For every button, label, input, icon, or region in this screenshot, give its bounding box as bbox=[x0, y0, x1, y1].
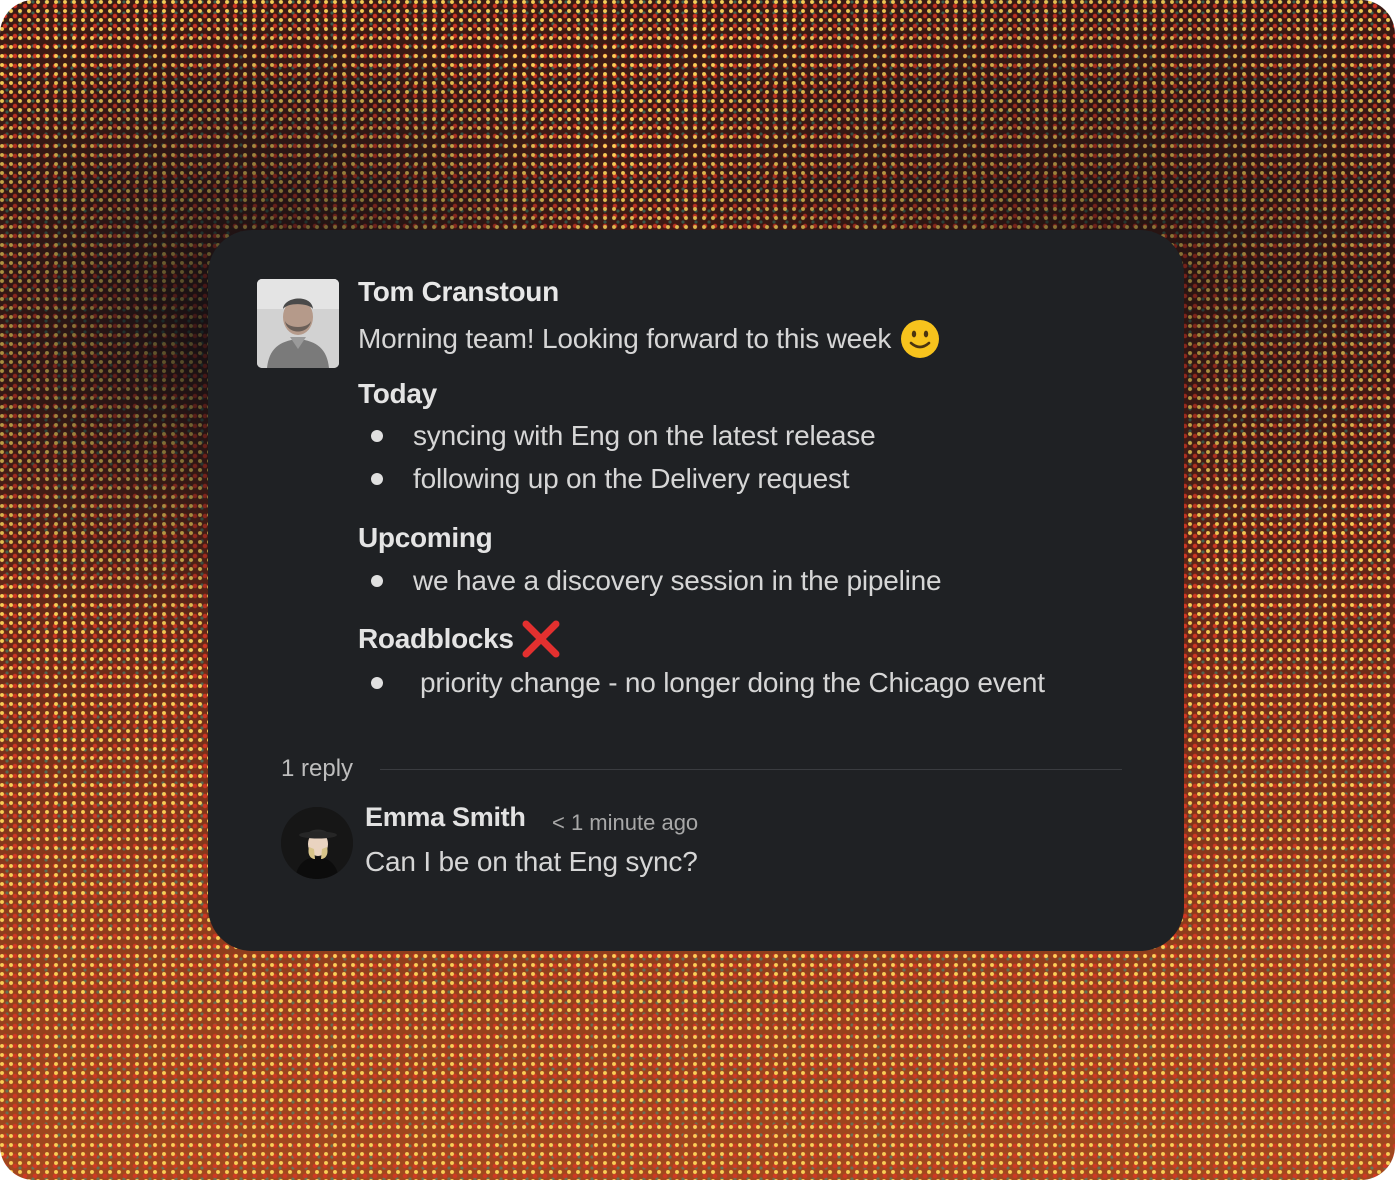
bullet-icon bbox=[371, 430, 383, 442]
red-cross-mark-icon bbox=[522, 620, 560, 658]
bullet-icon bbox=[371, 575, 383, 587]
section-heading-roadblocks: Roadblocks bbox=[358, 618, 562, 660]
section-heading-upcoming: Upcoming bbox=[358, 522, 493, 554]
author-avatar[interactable] bbox=[257, 279, 339, 368]
list-item: following up on the Delivery request bbox=[371, 463, 850, 495]
halftone-background: Tom Cranstoun Morning team! Looking forw… bbox=[0, 0, 1395, 1180]
reply-author-avatar[interactable] bbox=[281, 807, 353, 879]
list-item-text: priority change - no longer doing the Ch… bbox=[420, 667, 1045, 698]
list-item-text: following up on the Delivery request bbox=[413, 463, 850, 494]
slightly-smiling-face-icon bbox=[901, 320, 940, 358]
section-heading-label: Today bbox=[358, 378, 437, 409]
list-item-text: we have a discovery session in the pipel… bbox=[413, 565, 942, 596]
section-heading-label: Roadblocks bbox=[358, 623, 514, 654]
avatar-photo-icon bbox=[281, 807, 353, 879]
message-greeting: Morning team! Looking forward to this we… bbox=[358, 318, 941, 360]
list-item: syncing with Eng on the latest release bbox=[371, 420, 876, 452]
reply-author[interactable]: Emma Smith bbox=[365, 802, 526, 833]
bullet-icon bbox=[371, 473, 383, 485]
bullet-icon bbox=[371, 677, 383, 689]
reply-text: Can I be on that Eng sync? bbox=[365, 846, 698, 877]
thread-divider bbox=[380, 769, 1122, 770]
list-item-text: syncing with Eng on the latest release bbox=[413, 420, 876, 451]
greeting-text: Morning team! Looking forward to this we… bbox=[358, 323, 892, 354]
message-author[interactable]: Tom Cranstoun bbox=[358, 276, 559, 308]
reply-count-link[interactable]: 1 reply bbox=[281, 755, 353, 783]
reply-timestamp[interactable]: < 1 minute ago bbox=[552, 810, 698, 836]
message-card: Tom Cranstoun Morning team! Looking forw… bbox=[208, 230, 1184, 951]
list-item: we have a discovery session in the pipel… bbox=[371, 565, 942, 597]
list-item: priority change - no longer doing the Ch… bbox=[371, 667, 1045, 699]
section-heading-today: Today bbox=[358, 378, 437, 410]
section-heading-label: Upcoming bbox=[358, 522, 493, 553]
avatar-photo-icon bbox=[257, 279, 339, 368]
